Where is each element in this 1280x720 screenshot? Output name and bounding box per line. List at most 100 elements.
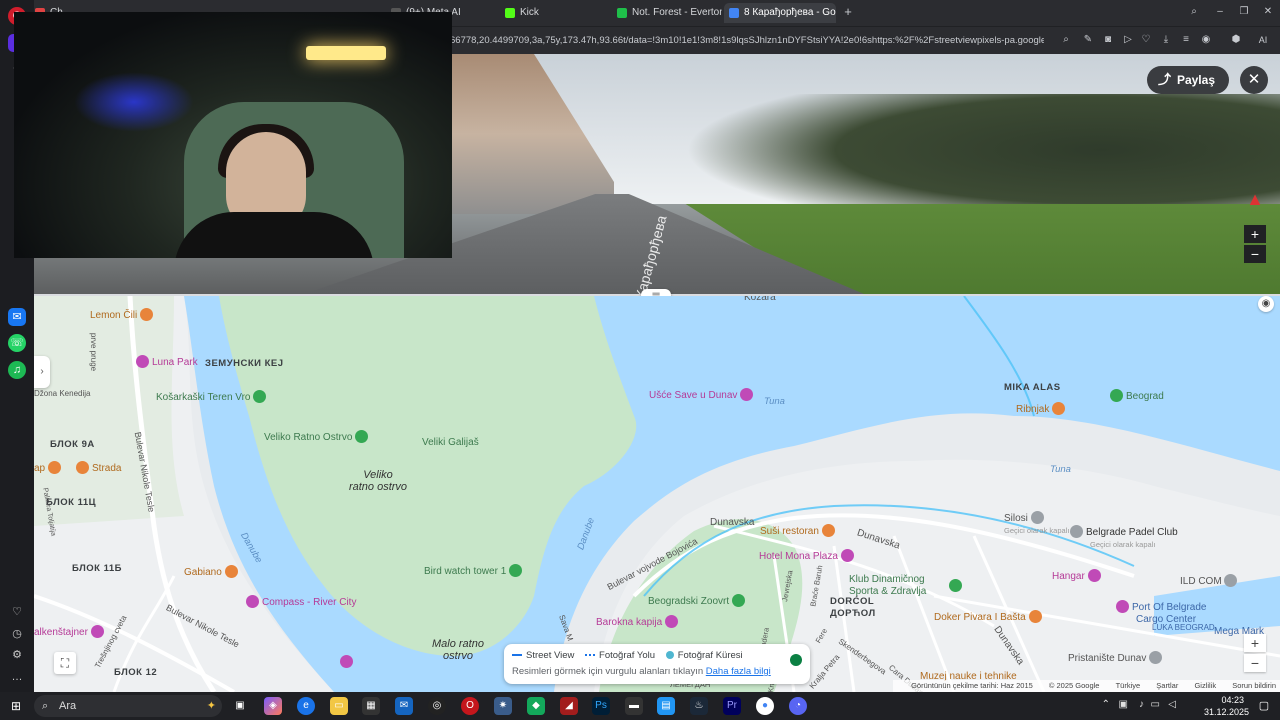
extension-icon[interactable]: ⬢ (1230, 34, 1242, 46)
poi-ribnjak[interactable]: Ribnjak (1016, 402, 1068, 416)
poi-beograd[interactable]: Beograd (1110, 389, 1164, 403)
taskbar-search-box[interactable]: ⌕ Ara ✦ (34, 695, 222, 717)
heart-icon[interactable]: ♡ (1140, 34, 1152, 46)
messenger-icon[interactable]: ✉ (8, 308, 26, 326)
tray-app-icon[interactable]: ▣ (1119, 699, 1128, 710)
ai-button[interactable]: AI (1252, 34, 1274, 46)
download-icon[interactable]: ⤓ (1160, 34, 1172, 46)
map-layer-icon[interactable]: ◉ (1258, 296, 1274, 312)
spotify-icon[interactable]: ♫ (8, 361, 26, 379)
opera-icon[interactable]: O (461, 697, 479, 715)
camera-icon[interactable]: ◙ (1102, 34, 1114, 46)
terminal-icon[interactable]: ▬ (625, 697, 643, 715)
poi-luna-park[interactable]: Luna Park (136, 355, 198, 369)
share-button[interactable]: ⤴ Paylaş (1146, 66, 1229, 94)
volume-icon[interactable]: ◁ (1168, 699, 1176, 710)
obs-icon[interactable]: ◎ (428, 697, 446, 715)
poi-ild-com[interactable]: ILD COM (1180, 574, 1240, 588)
poi-strada[interactable]: Strada (76, 461, 121, 475)
country-link[interactable]: Türkiye (1116, 681, 1141, 690)
menu-icon[interactable]: ≡ (1180, 34, 1192, 46)
sports-icon (949, 578, 962, 592)
map-view[interactable]: › Kozara Lemon Čili Luna Park ЗЕМУНСКИ К… (34, 296, 1280, 692)
privacy-link[interactable]: Gizlilik (1194, 681, 1216, 690)
poi-pristaniste[interactable]: Pristanište Dunav (1068, 651, 1165, 665)
poi-susi[interactable]: Suši restoran (760, 524, 838, 538)
map-zoom-out-button[interactable]: − (1244, 654, 1266, 672)
poi-kosarkaski[interactable]: Košarkaški Teren Vro (156, 390, 269, 404)
photoshop-icon[interactable]: Ps (592, 697, 610, 715)
poi-compass[interactable]: Compass - River City (246, 595, 356, 609)
app-green-icon[interactable]: ◆ (527, 697, 545, 715)
heart-sidebar-icon[interactable]: ♡ (8, 603, 26, 621)
poi-bird-watch[interactable]: Bird watch tower 1 (424, 564, 525, 578)
edit-icon[interactable]: ✎ (1082, 34, 1094, 46)
terms-link[interactable]: Şartlar (1156, 681, 1178, 690)
account-icon[interactable]: ◉ (1200, 34, 1212, 46)
tab-forest-everton[interactable]: Not. Forest - Everton | İdd (612, 3, 722, 23)
poi-barokna-kapija[interactable]: Barokna kapija (596, 615, 681, 629)
maximize-icon[interactable]: ❐ (1238, 6, 1250, 18)
poi-usce[interactable]: Ušće Save u Dunav (649, 388, 756, 402)
more-info-link[interactable]: Daha fazla bilgi (706, 666, 771, 677)
file-explorer-icon[interactable]: ▭ (330, 697, 348, 715)
close-street-view-button[interactable]: ✕ (1240, 66, 1268, 94)
poi-gabiano[interactable]: Gabiano (184, 565, 241, 579)
close-window-icon[interactable]: ✕ (1262, 6, 1274, 18)
store-icon[interactable]: ▦ (362, 697, 380, 715)
taskbar-clock[interactable]: 04:23 31.12.2025 (1204, 694, 1249, 718)
search-icon[interactable]: ⌕ (1060, 34, 1072, 46)
windows-start-icon[interactable]: ⊞ (8, 698, 24, 714)
more-icon[interactable]: … (8, 668, 26, 686)
street-view-zoom-out-button[interactable]: − (1244, 245, 1266, 263)
tab-kick[interactable]: Kick (500, 3, 610, 23)
search-tabs-icon[interactable]: ⌕ (1188, 6, 1200, 18)
street-view-zoom-in-button[interactable]: + (1244, 225, 1266, 243)
poi-klub[interactable]: Klub Dinamičnog Sporta & Zdravlja (849, 574, 965, 598)
edge-icon[interactable]: e (297, 697, 315, 715)
app-blue-icon[interactable]: ▤ (657, 697, 675, 715)
notification-icon[interactable]: ▢ (1256, 698, 1272, 714)
poi-label: Port Of Belgrade (1132, 602, 1207, 614)
new-tab-button[interactable]: + (842, 5, 854, 18)
tray-chevron-icon[interactable]: ⌃ (1102, 699, 1110, 710)
minimize-icon[interactable]: – (1214, 6, 1226, 18)
steam-icon[interactable]: ♨ (690, 697, 708, 715)
premiere-icon[interactable]: Pr (723, 697, 741, 715)
app-red-icon[interactable]: ◢ (560, 697, 578, 715)
chrome-icon[interactable]: ● (756, 697, 774, 715)
network-icon[interactable]: ▭ (1151, 699, 1160, 710)
report-link[interactable]: Sorun bildirin (1232, 681, 1276, 690)
poi-hotel-mona-plaza[interactable]: Hotel Mona Plaza (759, 549, 857, 563)
kick-favicon-icon (505, 8, 515, 18)
discord-icon[interactable]: ◔ (789, 697, 807, 715)
map-expand-panel-button[interactable]: › (34, 356, 50, 388)
send-icon[interactable]: ▷ (1122, 34, 1134, 46)
compass-icon[interactable]: ▲ (1244, 188, 1266, 210)
poi-silosi[interactable]: Silosi Geçici olarak kapalı (1004, 511, 1069, 537)
microphone-icon[interactable]: ♪ (1139, 699, 1144, 710)
poi-veliko-ratno-ostrvo[interactable]: Veliko Ratno Ostrvo (264, 430, 371, 444)
settings-gear-icon[interactable]: ⚙ (8, 646, 26, 664)
share-label: Paylaş (1176, 73, 1215, 87)
poi-kalenstajner[interactable]: alkenštajner (34, 625, 107, 639)
poi-padel[interactable]: Belgrade Padel Club Geçici olarak kapalı (1070, 525, 1178, 551)
poi-doker[interactable]: Doker Pivara I Bašta (934, 610, 1045, 624)
whatsapp-icon[interactable]: ☏ (8, 334, 26, 352)
tab-google-maps[interactable]: 8 Карађорђева - Google (724, 3, 836, 23)
search-highlight-icon: ✦ (206, 700, 216, 712)
poi-hangar[interactable]: Hangar (1052, 569, 1104, 583)
copilot-icon[interactable]: ◈ (264, 697, 282, 715)
poi-zoo[interactable]: Beogradski Zoovrt (648, 594, 748, 608)
history-icon[interactable]: ◷ (8, 625, 26, 643)
poi-lemon-cili[interactable]: Lemon Čili (90, 308, 156, 322)
map-fullscreen-button[interactable]: ⛶ (54, 652, 76, 674)
mail-icon[interactable]: ✉ (395, 697, 413, 715)
attraction-icon (740, 388, 754, 401)
poi-ap[interactable]: ap (34, 461, 64, 475)
legend-toggle[interactable] (790, 654, 802, 666)
map-zoom-in-button[interactable]: + (1244, 634, 1266, 652)
poi-unnamed-pink[interactable] (340, 655, 356, 669)
app-icon[interactable]: ✷ (494, 697, 512, 715)
task-view-icon[interactable]: ▣ (231, 697, 249, 715)
